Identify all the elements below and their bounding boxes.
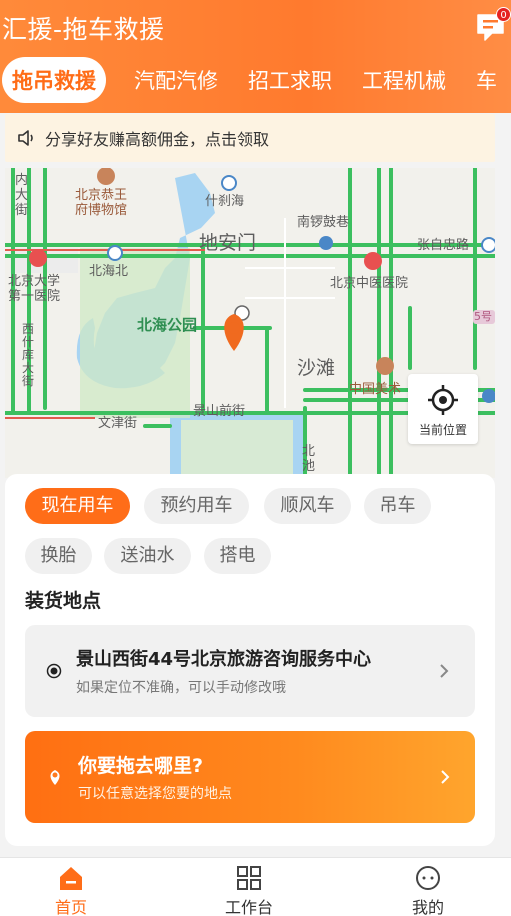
map-view[interactable]: 内 大 街 北京恭王 府博物馆 什刹海 南锣鼓巷 地安门 张自忠路 北京大学 第… <box>5 168 495 478</box>
chip-carpool[interactable]: 顺风车 <box>264 488 351 524</box>
tab-towing[interactable]: 拖吊救援 <box>2 57 106 103</box>
chevron-right-icon <box>441 770 450 784</box>
crosshair-icon <box>428 385 458 415</box>
map-label-beichi: 北 池 <box>302 444 316 474</box>
nav-workbench[interactable]: 工作台 <box>199 858 299 916</box>
radio-dot-icon <box>46 663 62 679</box>
nav-home[interactable]: 首页 <box>21 858 121 916</box>
tab-machinery[interactable]: 工程机械 <box>362 65 446 95</box>
chip-reserve[interactable]: 预约用车 <box>144 488 249 524</box>
map-label-tcm-hospital: 北京中医医院 <box>330 276 409 291</box>
pickup-section-title: 装货地点 <box>25 590 102 612</box>
message-count-badge: 0 <box>496 7 511 22</box>
map-label-street-west: 内 大 街 <box>15 173 29 218</box>
map-label-nanluoguxiang: 南锣鼓巷 <box>297 215 350 230</box>
pickup-hint: 如果定位不准确，可以手动修改哦 <box>76 680 286 696</box>
grid-icon <box>237 866 261 890</box>
map-label-shatan: 沙滩 <box>297 357 336 379</box>
category-tabs: 拖吊救援 汽配汽修 招工求职 工程机械 车 <box>0 57 511 103</box>
map-label-gongwangfu: 北京恭王 府博物馆 <box>75 188 128 218</box>
map-label-jingshanqianjie: 景山前街 <box>193 404 246 419</box>
promo-notice[interactable]: 分享好友赚高额佣金，点击领取 <box>5 114 495 162</box>
map-label-xishiku: 西 什 库 大 街 <box>22 322 35 388</box>
profile-icon <box>416 866 440 890</box>
chip-jumpstart[interactable]: 搭电 <box>204 538 271 574</box>
map-label-dianmen: 地安门 <box>199 232 257 254</box>
app-title: 汇援-拖车救援 <box>2 15 165 44</box>
map-label-beihai-park: 北海公园 <box>137 316 198 334</box>
map-label-pku-hospital: 北京大学 第一医院 <box>8 274 61 304</box>
map-label-shichahai: 什刹海 <box>205 194 245 209</box>
nav-home-label: 首页 <box>54 898 87 916</box>
map-label-beihaibei: 北海北 <box>89 264 129 279</box>
pickup-address-card[interactable]: 景山西街44号北京旅游咨询服务中心 如果定位不准确，可以手动修改哦 <box>25 625 475 717</box>
map-label-art-museum: 中国美术 <box>349 382 402 397</box>
order-panel: 现在用车 预约用车 顺风车 吊车 换胎 送油水 搭电 装货地点 景山西街44号北… <box>5 474 495 846</box>
tab-auto-parts[interactable]: 汽配汽修 <box>134 65 218 95</box>
destination-card[interactable]: 你要拖去哪里? 可以任意选择您要的地点 <box>25 731 475 823</box>
tab-jobs[interactable]: 招工求职 <box>248 65 332 95</box>
destination-hint: 可以任意选择您要的地点 <box>78 786 232 802</box>
locate-label: 当前位置 <box>418 423 467 437</box>
chip-crane[interactable]: 吊车 <box>364 488 431 524</box>
tab-more[interactable]: 车 <box>476 65 497 95</box>
chip-now[interactable]: 现在用车 <box>25 488 130 524</box>
chip-fuel-water[interactable]: 送油水 <box>104 538 191 574</box>
map-label-zhangzizhonglu: 张自忠路 <box>417 238 470 253</box>
chevron-right-icon <box>440 664 449 678</box>
map-label-wenjinjie: 文津街 <box>98 416 138 431</box>
chip-tire[interactable]: 换胎 <box>25 538 92 574</box>
notice-text: 分享好友赚高额佣金，点击领取 <box>45 130 270 149</box>
pickup-address: 景山西街44号北京旅游咨询服务中心 <box>76 649 372 670</box>
location-pin-icon <box>50 770 60 785</box>
locate-button[interactable]: 当前位置 <box>408 374 478 444</box>
bottom-nav: 首页 工作台 我的 <box>0 857 511 916</box>
nav-profile[interactable]: 我的 <box>378 858 478 916</box>
destination-title: 你要拖去哪里? <box>78 755 204 777</box>
speaker-icon <box>18 130 33 146</box>
map-label-line5: 5号 <box>474 310 492 323</box>
nav-workbench-label: 工作台 <box>224 898 273 916</box>
nav-profile-label: 我的 <box>411 898 444 916</box>
header-bar: 汇援-拖车救援 0 拖吊救援 汽配汽修 招工求职 工程机械 车 <box>0 0 511 113</box>
home-icon <box>60 867 82 890</box>
